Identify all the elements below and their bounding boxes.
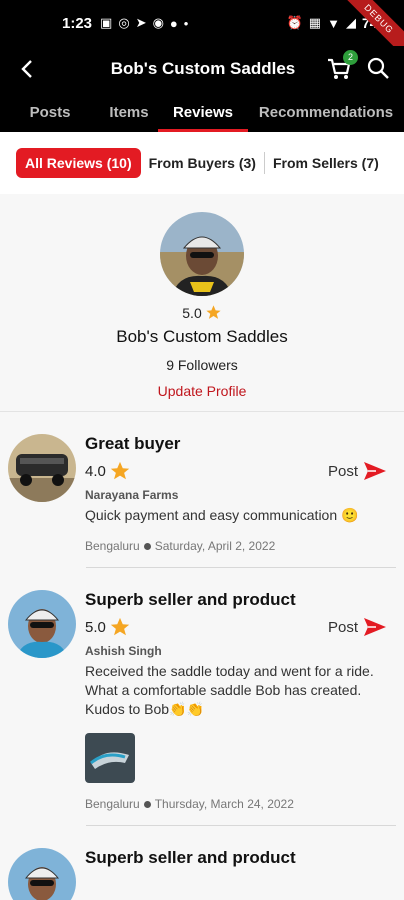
search-icon bbox=[367, 57, 389, 79]
search-button[interactable] bbox=[366, 56, 392, 82]
review-rating: 4.0 bbox=[85, 460, 131, 482]
telegram-icon: ➤ bbox=[135, 15, 147, 30]
view-post-button[interactable]: Post bbox=[328, 618, 386, 636]
volte-icon: ▦ bbox=[308, 15, 322, 30]
cart-count-badge: 2 bbox=[343, 50, 358, 65]
review-item[interactable]: Great buyer 4.0 Post Narayana Farms Quic… bbox=[0, 412, 404, 553]
review-location: Bengaluru bbox=[85, 797, 140, 811]
separator-dot-icon bbox=[143, 542, 151, 550]
review-rating-value: 4.0 bbox=[85, 462, 106, 480]
notification-icons: ▣ ◎ ➤ ◉ ● • bbox=[100, 15, 188, 31]
review-author[interactable]: Narayana Farms bbox=[85, 488, 386, 502]
view-post-button[interactable]: Post bbox=[328, 462, 386, 480]
status-time: 1:23 bbox=[62, 14, 93, 32]
whatsapp-icon: ◎ bbox=[118, 15, 130, 30]
tab-bar: Posts Items Reviews Recommendations bbox=[0, 92, 404, 132]
pay-icon: ● bbox=[169, 15, 178, 31]
review-meta: Bengaluru Thursday, March 24, 2022 bbox=[85, 797, 386, 811]
update-profile-link[interactable]: Update Profile bbox=[0, 383, 404, 399]
status-bar: 1:23 ▣ ◎ ➤ ◉ ● • ⏰ ▦ ▼ ◢ 74% DEBUG bbox=[0, 0, 404, 46]
send-icon bbox=[364, 462, 386, 480]
star-icon bbox=[110, 617, 130, 636]
profile-name: Bob's Custom Saddles bbox=[116, 327, 288, 346]
profile-header: 5.0 Bob's Custom Saddles 9 Followers Upd… bbox=[0, 194, 404, 412]
back-arrow-icon bbox=[21, 60, 32, 78]
tab-recommendations[interactable]: Recommendations bbox=[248, 92, 404, 132]
back-button[interactable] bbox=[12, 54, 42, 84]
page-title: Bob's Custom Saddles bbox=[110, 59, 296, 78]
post-label: Post bbox=[327, 618, 358, 636]
profile-followers[interactable]: 9 Followers bbox=[0, 357, 404, 373]
review-title: Great buyer bbox=[85, 434, 181, 453]
profile-rating: 5.0 bbox=[0, 304, 404, 321]
wifi-icon: ▼ bbox=[327, 15, 340, 31]
reviewer-avatar[interactable] bbox=[8, 848, 76, 900]
tab-posts[interactable]: Posts bbox=[0, 92, 100, 132]
review-date: Thursday, March 24, 2022 bbox=[154, 797, 294, 811]
tab-items[interactable]: Items bbox=[100, 92, 158, 132]
profile-rating-value: 5.0 bbox=[182, 304, 202, 321]
review-text: Received the saddle today and went for a… bbox=[85, 663, 374, 717]
review-location: Bengaluru bbox=[85, 539, 140, 553]
signal-icon: ◢ bbox=[345, 15, 356, 30]
alarm-icon: ⏰ bbox=[286, 15, 303, 30]
app-icon: ◉ bbox=[152, 15, 164, 30]
reviewer-avatar[interactable] bbox=[8, 434, 76, 502]
review-item[interactable]: Superb seller and product 5.0 Post Ashis… bbox=[0, 568, 404, 811]
star-icon bbox=[206, 305, 221, 319]
review-title: Superb seller and product bbox=[85, 590, 296, 609]
filter-from-buyers[interactable]: From Buyers (3) bbox=[141, 149, 264, 177]
filter-all-reviews[interactable]: All Reviews (10) bbox=[16, 148, 141, 178]
filter-from-sellers[interactable]: From Sellers (7) bbox=[265, 149, 387, 177]
reviewer-avatar[interactable] bbox=[8, 590, 76, 658]
review-meta: Bengaluru Saturday, April 2, 2022 bbox=[85, 539, 386, 553]
review-title: Superb seller and product bbox=[85, 848, 296, 867]
review-text: Quick payment and easy communication 🙂 bbox=[85, 507, 359, 523]
star-icon bbox=[110, 461, 130, 480]
post-label: Post bbox=[327, 462, 358, 480]
review-rating: 5.0 bbox=[85, 616, 131, 638]
review-photo-thumbnail[interactable] bbox=[85, 733, 135, 783]
review-rating-value: 5.0 bbox=[85, 618, 106, 636]
profile-avatar bbox=[160, 212, 244, 296]
tab-reviews[interactable]: Reviews bbox=[158, 92, 248, 132]
review-date: Saturday, April 2, 2022 bbox=[154, 539, 276, 553]
app-bar: Bob's Custom Saddles 2 bbox=[0, 46, 404, 92]
review-item[interactable]: Superb seller and product bbox=[0, 826, 404, 900]
review-filter-bar: All Reviews (10) From Buyers (3) From Se… bbox=[0, 132, 404, 194]
separator-dot-icon bbox=[143, 800, 151, 808]
gallery-icon: ▣ bbox=[100, 15, 113, 30]
cart-button[interactable]: 2 bbox=[326, 50, 358, 82]
review-author[interactable]: Ashish Singh bbox=[85, 644, 386, 658]
more-notifications-icon: • bbox=[183, 15, 189, 31]
send-icon bbox=[364, 618, 386, 636]
